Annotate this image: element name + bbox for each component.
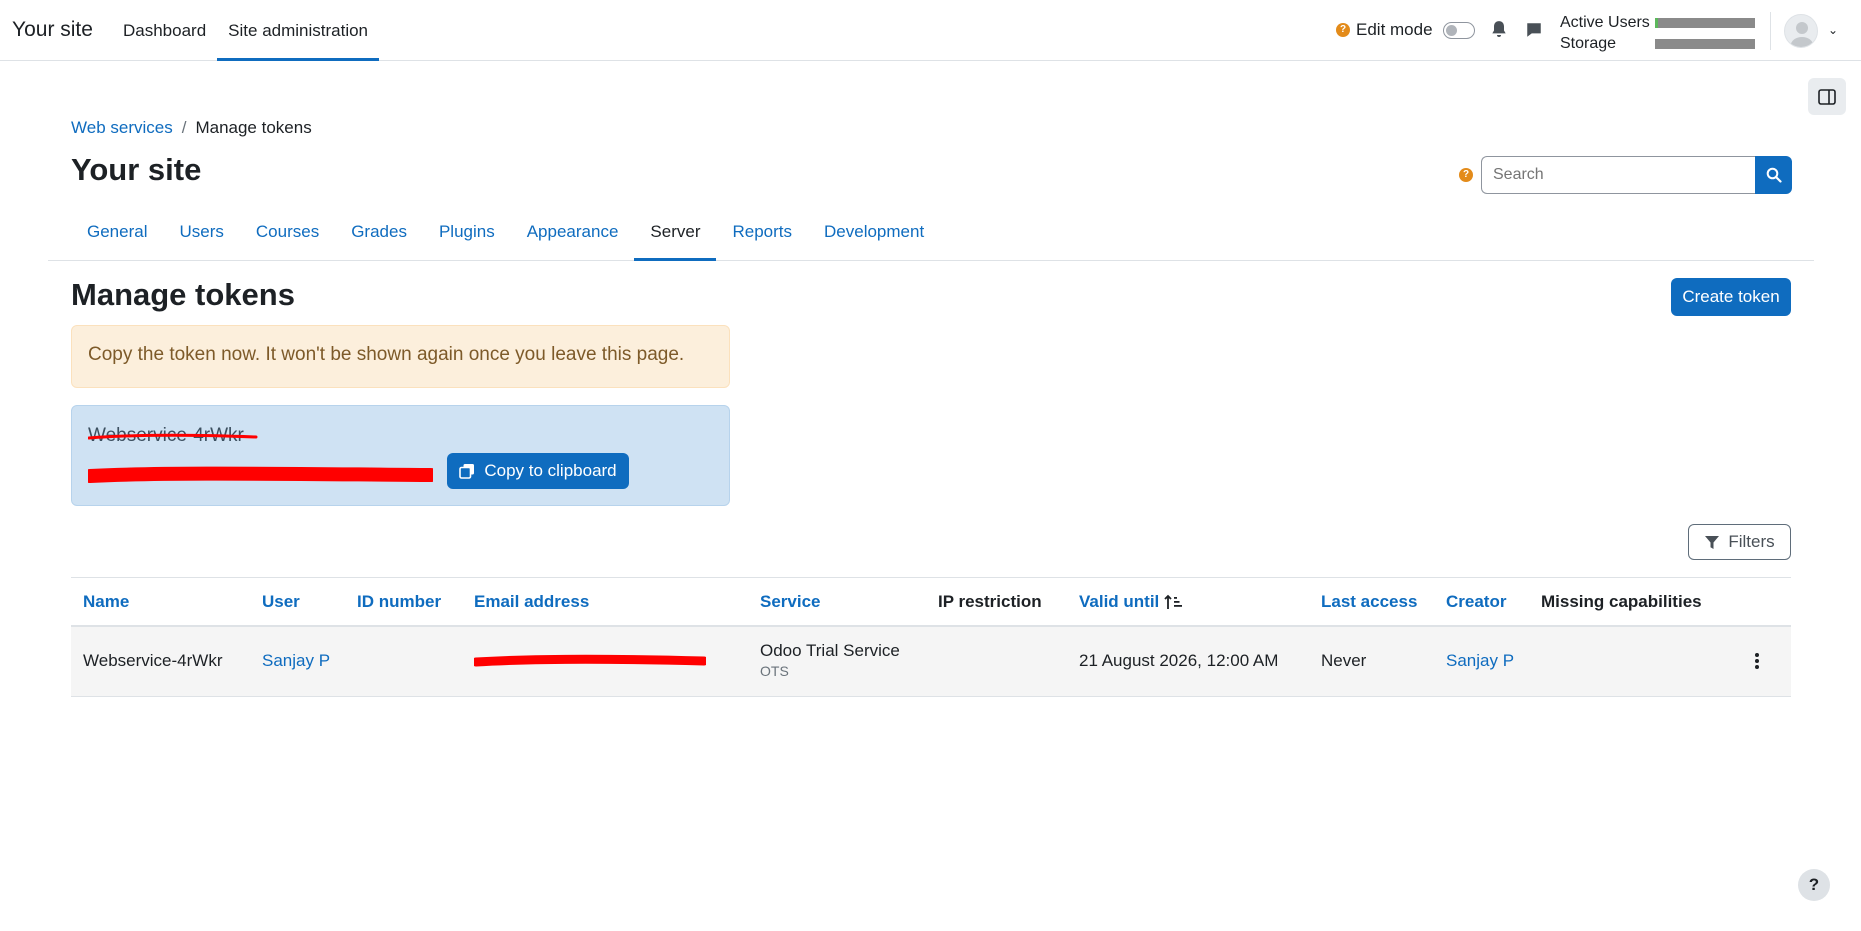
copy-icon [459, 464, 475, 479]
tab-reports[interactable]: Reports [716, 214, 808, 261]
copy-to-clipboard-button[interactable]: Copy to clipboard [447, 453, 629, 489]
edit-mode-toggle[interactable] [1442, 21, 1475, 39]
column-header-missing-capabilities: Missing capabilities [1541, 592, 1702, 611]
breadcrumb-separator: / [181, 118, 187, 137]
user-menu[interactable]: ⌄ [1770, 12, 1850, 50]
admin-search: ? [1459, 156, 1792, 194]
column-header-valid-until[interactable]: Valid until [1079, 592, 1184, 612]
tab-grades[interactable]: Grades [335, 214, 423, 261]
edit-mode-switch[interactable]: ? Edit mode [1336, 20, 1475, 40]
messages-chat-icon[interactable] [1525, 21, 1543, 39]
column-header-name[interactable]: Name [83, 592, 129, 612]
top-navbar: Your site Dashboard Site administration … [0, 0, 1861, 61]
tab-courses[interactable]: Courses [240, 214, 335, 261]
column-header-id-number[interactable]: ID number [357, 592, 441, 612]
filters-button[interactable]: Filters [1688, 524, 1791, 560]
token-row-last-access: Never [1321, 651, 1367, 670]
service-shortname: OTS [760, 663, 789, 679]
breadcrumb-web-services[interactable]: Web services [71, 118, 173, 138]
actions-menu-kebab-icon[interactable] [1754, 650, 1760, 672]
token-row-creator[interactable]: Sanjay P [1446, 651, 1514, 671]
edit-mode-label: Edit mode [1356, 20, 1433, 39]
breadcrumb: Web services / Manage tokens [71, 118, 312, 138]
redacted-token-value [88, 466, 433, 483]
copy-label: Copy to clipboard [484, 461, 617, 480]
table-row: Webservice-4rWkr Sanjay P Odoo Trial Ser… [71, 627, 1791, 697]
token-row-name: Webservice-4rWkr [83, 651, 223, 670]
filter-icon [1705, 535, 1720, 549]
column-header-user[interactable]: User [262, 592, 300, 612]
user-silhouette-icon [1790, 22, 1814, 47]
tab-development[interactable]: Development [808, 214, 940, 261]
tokens-table: Name User ID number Email address Servic… [71, 577, 1791, 697]
tab-plugins[interactable]: Plugins [423, 214, 511, 261]
page-title: Your site [71, 152, 202, 187]
nav-dashboard[interactable]: Dashboard [112, 0, 217, 61]
help-button[interactable]: ? [1798, 869, 1830, 901]
valid-until-label: Valid until [1079, 592, 1160, 611]
search-input[interactable] [1481, 156, 1755, 194]
token-row-user[interactable]: Sanjay P [262, 651, 330, 671]
page-heading: Manage tokens [71, 277, 295, 312]
help-icon[interactable]: ? [1336, 23, 1350, 37]
service-name: Odoo Trial Service [760, 641, 900, 660]
sidebar-panel-icon [1818, 88, 1836, 105]
column-header-email[interactable]: Email address [474, 592, 589, 612]
chevron-down-icon: ⌄ [1828, 23, 1839, 37]
column-header-ip-restriction: IP restriction [938, 592, 1042, 611]
active-users-label: Active Users [1560, 14, 1650, 31]
breadcrumb-current: Manage tokens [195, 118, 312, 137]
site-brand[interactable]: Your site [12, 18, 93, 42]
tab-users[interactable]: Users [163, 214, 239, 261]
storage-meter [1655, 38, 1755, 49]
token-row-valid-until: 21 August 2026, 12:00 AM [1079, 651, 1279, 670]
column-header-creator[interactable]: Creator [1446, 592, 1506, 612]
copy-token-warning: Copy the token now. It won't be shown ag… [71, 325, 730, 388]
active-users-meter [1655, 17, 1755, 28]
avatar[interactable] [1784, 14, 1818, 48]
primary-nav: Dashboard Site administration [112, 0, 380, 61]
column-header-last-access[interactable]: Last access [1321, 592, 1417, 612]
redaction-mark [88, 433, 258, 440]
tab-appearance[interactable]: Appearance [511, 214, 635, 261]
new-token-alert: Webservice-4rWkr Copy to clipboard [71, 405, 730, 506]
tab-general[interactable]: General [71, 214, 163, 261]
help-icon[interactable]: ? [1459, 168, 1473, 182]
nav-site-administration[interactable]: Site administration [217, 0, 380, 61]
sort-ascending-icon [1164, 594, 1183, 609]
block-drawer-toggle[interactable] [1808, 78, 1846, 115]
secondary-nav: General Users Courses Grades Plugins App… [48, 214, 1814, 261]
tab-server[interactable]: Server [634, 214, 717, 261]
create-token-button[interactable]: Create token [1671, 278, 1791, 316]
notifications-bell-icon[interactable] [1490, 20, 1508, 40]
token-row-service: Odoo Trial Service OTS [760, 641, 900, 679]
search-icon [1766, 167, 1782, 183]
search-button[interactable] [1755, 156, 1792, 194]
column-header-service[interactable]: Service [760, 592, 821, 612]
usage-meters: Active Users Storage [1560, 12, 1755, 54]
table-header: Name User ID number Email address Servic… [71, 577, 1791, 627]
filters-label: Filters [1728, 532, 1775, 551]
storage-label: Storage [1560, 35, 1617, 52]
redacted-email [474, 654, 706, 667]
